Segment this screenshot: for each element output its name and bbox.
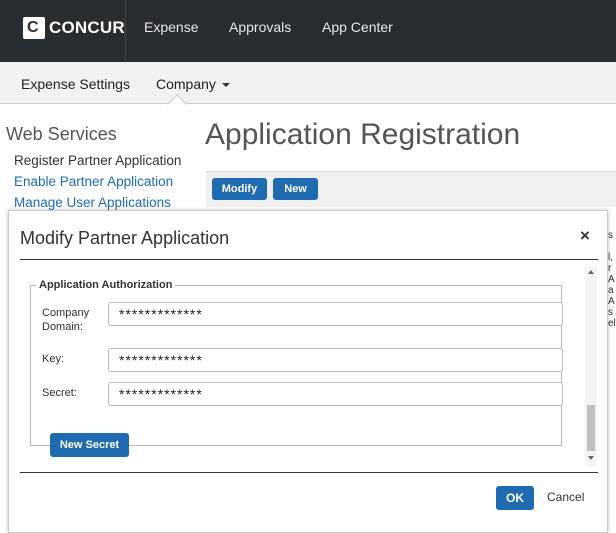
background-fragment-char: r	[608, 263, 612, 274]
sidebar-item-manage-user-applications[interactable]: Manage User Applications	[14, 195, 171, 210]
secret-field[interactable]: *************	[108, 382, 563, 406]
caret-down-icon	[221, 83, 230, 88]
scroll-up-icon[interactable]	[588, 270, 594, 274]
nav-app-center[interactable]: App Center	[322, 19, 393, 35]
fieldset-legend: Application Authorization	[36, 279, 176, 291]
dialog-title: Modify Partner Application	[20, 228, 230, 248]
close-icon[interactable]: ×	[580, 226, 590, 246]
key-label: Key:	[42, 353, 65, 365]
background-fragment-char: A	[608, 296, 615, 307]
top-navbar: C CONCUR Expense Approvals App Center	[0, 0, 616, 62]
sub-navbar: Expense Settings Company	[0, 62, 616, 104]
concur-logo-text: CONCUR	[49, 18, 125, 37]
nav-expense[interactable]: Expense	[144, 19, 198, 35]
dialog-header-divider	[20, 259, 598, 260]
modify-button[interactable]: Modify	[212, 178, 267, 200]
sidebar-item-enable-partner-application[interactable]: Enable Partner Application	[14, 174, 173, 189]
new-secret-button[interactable]: New Secret	[50, 433, 129, 457]
modify-partner-application-dialog: Modify Partner Application × Company Dom…	[8, 210, 608, 533]
sidebar-item-register-partner-application[interactable]: Register Partner Application	[14, 153, 181, 168]
background-fragment-char: s	[608, 230, 613, 241]
dialog-scroll-area[interactable]: Company Domain: ************* Key: *****…	[20, 266, 598, 466]
background-fragment-char: A	[608, 274, 615, 285]
sidebar-title: Web Services	[6, 124, 117, 144]
background-fragment-char: s	[608, 307, 613, 318]
dialog-footer-divider	[20, 472, 598, 473]
scroll-down-icon[interactable]	[588, 456, 594, 460]
key-field[interactable]: *************	[108, 348, 563, 372]
subnav-expense-settings[interactable]: Expense Settings	[21, 76, 130, 92]
background-fragment-char: l,	[608, 252, 613, 263]
background-fragment-char: el	[608, 318, 616, 329]
ok-button[interactable]: OK	[496, 486, 534, 510]
concur-logo-icon: C	[23, 17, 45, 39]
page-toolbar: Modify New	[206, 171, 616, 207]
background-fragment-char: a	[608, 285, 614, 296]
dialog-scrollbar[interactable]	[585, 266, 597, 466]
company-domain-label: Company Domain:	[42, 307, 90, 333]
cancel-button[interactable]: Cancel	[547, 490, 584, 504]
page-title: Application Registration	[205, 118, 521, 151]
subnav-company[interactable]: Company	[156, 76, 230, 92]
company-domain-field[interactable]: *************	[108, 302, 563, 326]
scrollbar-thumb[interactable]	[587, 405, 595, 451]
nav-approvals[interactable]: Approvals	[229, 19, 291, 35]
navbar-divider	[125, 0, 126, 62]
secret-label: Secret:	[42, 387, 77, 399]
application-authorization-fieldset: Company Domain: ************* Key: *****…	[30, 285, 563, 457]
concur-logo[interactable]: C CONCUR	[23, 17, 125, 39]
background-fragment-char	[608, 241, 616, 252]
new-button[interactable]: New	[273, 178, 318, 200]
